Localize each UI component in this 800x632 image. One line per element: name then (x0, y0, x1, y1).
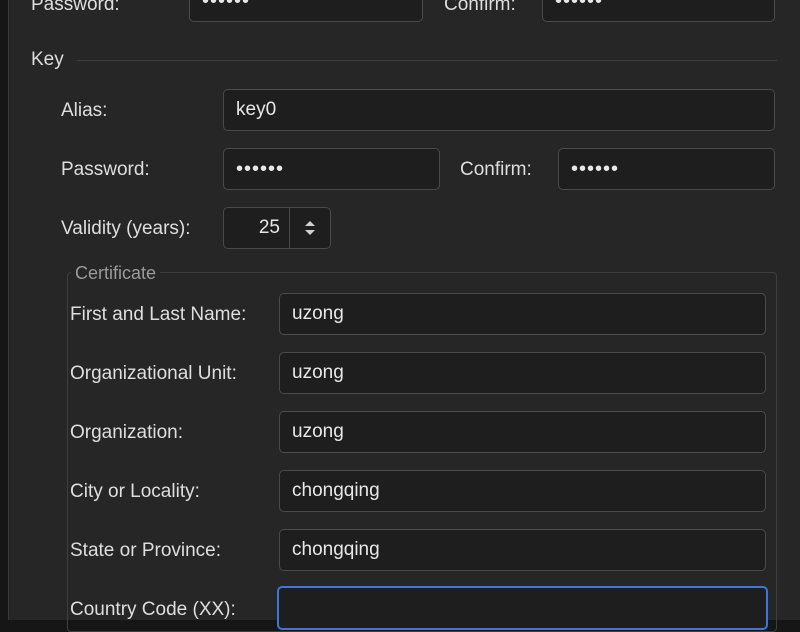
keystore-password-label: Password: (31, 0, 120, 15)
validity-label: Validity (years): (61, 218, 191, 239)
city-field[interactable] (279, 470, 766, 512)
keystore-confirm-field[interactable] (542, 0, 775, 22)
key-section-title: Key (31, 49, 64, 70)
generate-key-dialog: Password: Confirm: Key Alias: Password: … (8, 0, 800, 632)
key-confirm-field[interactable] (558, 148, 775, 190)
key-password-field[interactable] (223, 148, 440, 190)
first-last-name-label: First and Last Name: (70, 304, 247, 325)
key-password-label: Password: (61, 159, 150, 180)
country-code-label: Country Code (XX): (70, 599, 236, 620)
organization-field[interactable] (279, 411, 766, 453)
state-label: State or Province: (70, 540, 222, 561)
validity-stepper-arrows[interactable] (289, 208, 330, 248)
first-last-name-field[interactable] (279, 293, 766, 335)
certificate-section-title: Certificate (71, 263, 161, 284)
org-unit-label: Organizational Unit: (70, 363, 237, 384)
country-code-field[interactable] (277, 586, 768, 630)
key-confirm-label: Confirm: (460, 159, 532, 180)
alias-field[interactable] (223, 89, 775, 131)
org-unit-field[interactable] (279, 352, 766, 394)
organization-label: Organization: (70, 422, 184, 443)
validity-value: 25 (258, 217, 280, 238)
validity-spinner[interactable]: 25 (223, 207, 331, 249)
city-label: City or Locality: (70, 481, 200, 502)
state-field[interactable] (279, 529, 766, 571)
key-section-separator (77, 60, 777, 61)
alias-label: Alias: (61, 100, 108, 121)
keystore-password-field[interactable] (189, 0, 423, 22)
keystore-confirm-label: Confirm: (444, 0, 516, 15)
stepper-up-down-icon (305, 221, 315, 235)
